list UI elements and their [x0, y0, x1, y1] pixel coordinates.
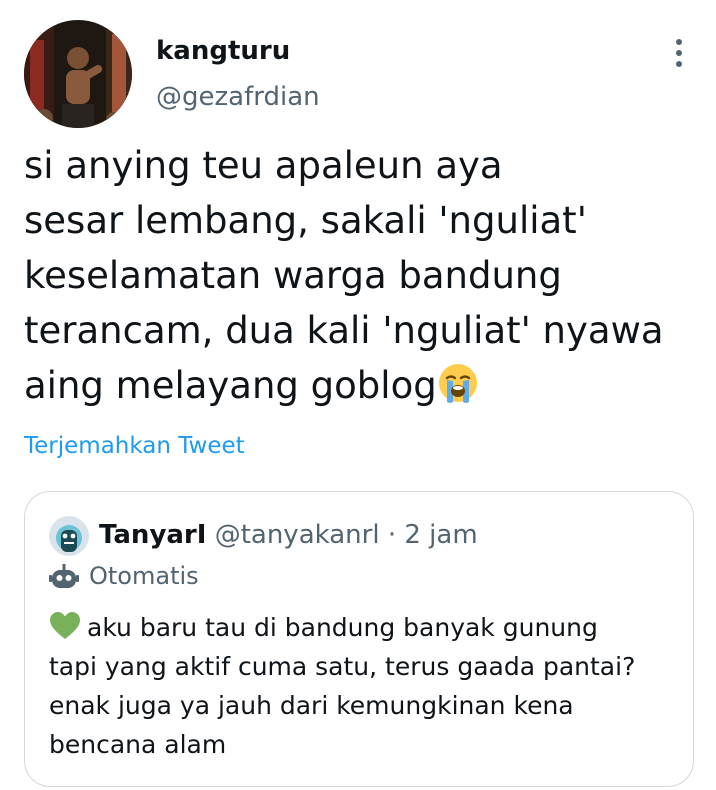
automated-label: Otomatis	[89, 562, 199, 590]
robot-icon	[49, 562, 79, 592]
quoted-text-line: aku baru tau di bandung banyak gunung	[87, 613, 598, 642]
quoted-handle[interactable]: @tanyakanrl	[215, 520, 380, 550]
quoted-tweet-card[interactable]: TanyarI @tanyakanrl · 2 jam Otomatis aku…	[24, 491, 694, 787]
green-heart-icon	[49, 611, 81, 641]
quoted-text-line: bencana alam	[49, 730, 227, 759]
quoted-text-first-line: aku baru tau di bandung banyak gunung	[49, 608, 679, 647]
quoted-header: TanyarI @tanyakanrl · 2 jam	[99, 518, 478, 552]
author-display-name[interactable]: kangturu	[156, 34, 290, 68]
quoted-text-line: enak juga ya jauh dari kemungkinan kena	[49, 691, 574, 720]
tweet-text-line: aing melayang goblog	[24, 364, 437, 407]
tweet-text-line: sesar lembang, sakali 'nguliat'	[24, 199, 587, 242]
quoted-text-line: tapi yang aktif cuma satu, terus gaada p…	[49, 652, 636, 681]
more-vertical-icon[interactable]	[664, 36, 694, 70]
quoted-tweet-text: aku baru tau di bandung banyak gunung ta…	[49, 608, 679, 764]
quoted-author-avatar[interactable]	[49, 516, 89, 556]
tweet-text-line: keselamatan warga bandung	[24, 254, 562, 297]
quoted-display-name[interactable]: TanyarI	[99, 520, 206, 550]
translate-tweet-link[interactable]: Terjemahkan Tweet	[24, 430, 245, 462]
tweet-text: si anying teu apaleun aya sesar lembang,…	[24, 138, 700, 413]
loudly-crying-face-icon	[437, 362, 479, 404]
tweet-text-last-line: aing melayang goblog	[24, 358, 700, 413]
tweet-text-line: terancam, dua kali 'nguliat' nyawa	[24, 309, 664, 352]
quoted-separator: ·	[387, 520, 397, 550]
author-avatar[interactable]	[24, 20, 132, 128]
quoted-timestamp[interactable]: 2 jam	[404, 520, 477, 550]
tweet-text-line: si anying teu apaleun aya	[24, 144, 503, 187]
author-handle[interactable]: @gezafrdian	[156, 80, 320, 114]
